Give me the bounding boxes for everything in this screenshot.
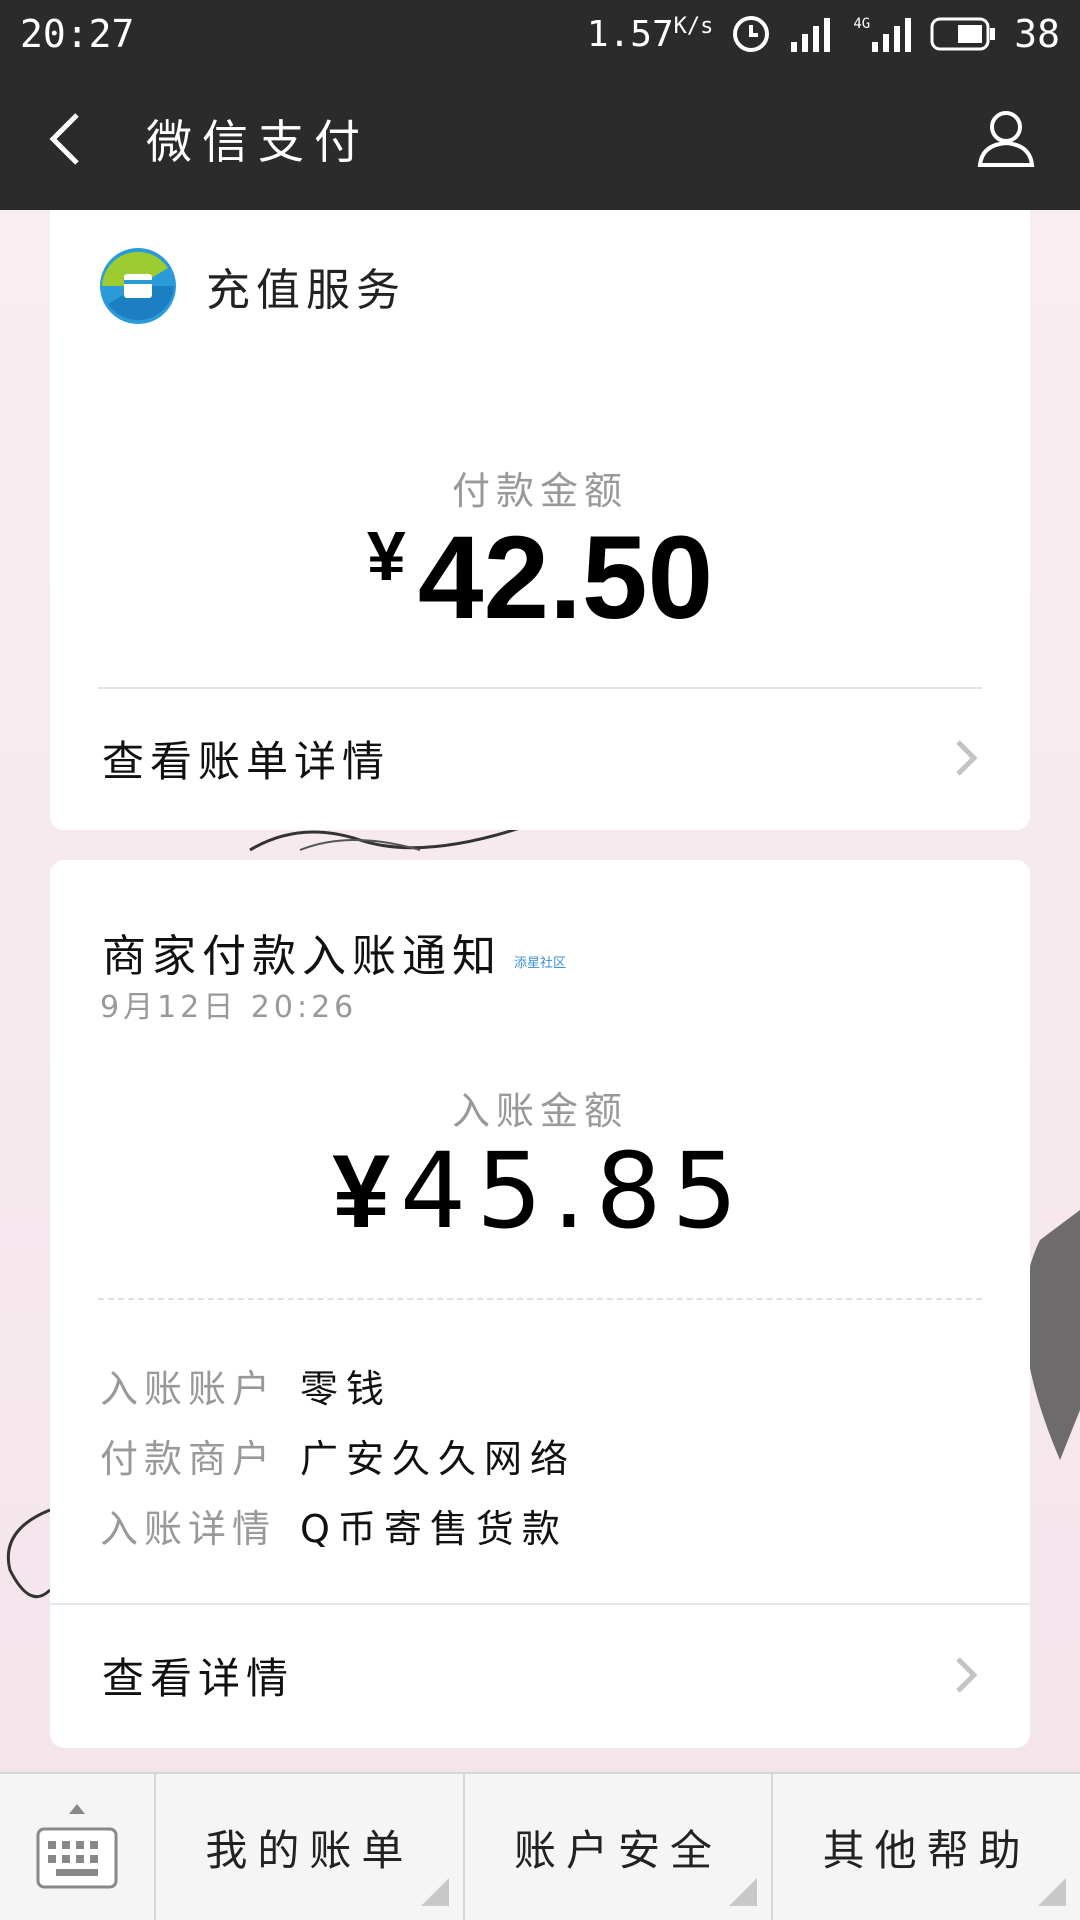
notice-time: 9月12日 20:26 (100, 990, 358, 1025)
menu-label: 其他帮助 (822, 1825, 1031, 1875)
service-logo-icon (100, 248, 176, 324)
view-bill-details-label: 查看账单详情 (102, 736, 391, 786)
info-key: 入账详情 (100, 1506, 277, 1551)
back-button[interactable] (34, 99, 94, 179)
payment-amount: ¥42.50 (50, 510, 1030, 646)
alarm-icon (733, 16, 770, 52)
received-amount: ¥45.85 (50, 1130, 1030, 1252)
signal-4g-icon (872, 18, 912, 52)
view-details-link[interactable]: 查看详情 (50, 1605, 1030, 1745)
expand-up-icon (69, 1804, 85, 1814)
dashed-divider (98, 1298, 982, 1300)
view-details-label: 查看详情 (102, 1653, 295, 1703)
payment-amount-value: 42.50 (417, 512, 714, 644)
battery-icon (930, 17, 996, 51)
info-key: 付款商户 (100, 1436, 277, 1481)
submenu-indicator-icon (729, 1878, 758, 1906)
service-header: 充值服务 (98, 246, 406, 326)
chevron-right-icon (956, 740, 978, 776)
submenu-indicator-icon (1038, 1878, 1067, 1906)
info-row: 入账账户 零钱 (100, 1350, 576, 1420)
notice-title: 商家付款入账通知 (102, 931, 502, 982)
currency-symbol: ¥ (332, 1134, 401, 1250)
info-key: 入账账户 (100, 1366, 277, 1411)
keyboard-toggle-button[interactable] (0, 1774, 156, 1920)
status-bar: 20:27 1.57K/s 4G 38 (0, 0, 1080, 68)
info-value: Q币寄售货款 (300, 1506, 568, 1551)
submenu-indicator-icon (420, 1878, 449, 1906)
page-title: 微信支付 (146, 115, 370, 169)
menu-other-help[interactable]: 其他帮助 (773, 1774, 1080, 1920)
info-list: 入账账户 零钱 付款商户 广安久久网络 入账详情 Q币寄售货款 (100, 1350, 576, 1560)
menu-my-bills[interactable]: 我的账单 (156, 1774, 465, 1920)
signal-icon (791, 18, 831, 52)
received-amount-value: 45.85 (400, 1130, 748, 1252)
status-time: 20:27 (20, 12, 135, 56)
merchant-notice-card: 商家付款入账通知 添星社区 9月12日 20:26 入账金额 ¥45.85 入账… (50, 860, 1030, 1748)
info-value: 广安久久网络 (300, 1436, 577, 1481)
keyboard-icon (36, 1827, 118, 1889)
received-amount-label: 入账金额 (451, 1089, 628, 1133)
bottom-menu-bar: 我的账单 账户安全 其他帮助 (0, 1772, 1080, 1920)
chevron-right-icon (956, 1657, 978, 1693)
info-row: 付款商户 广安久久网络 (100, 1420, 576, 1490)
user-icon (977, 111, 1035, 167)
app-bar: 微信支付 (0, 68, 1080, 210)
payment-amount-label: 付款金额 (451, 469, 628, 513)
menu-label: 我的账单 (205, 1825, 414, 1875)
service-name: 充值服务 (206, 265, 406, 316)
profile-button[interactable] (966, 99, 1046, 179)
menu-account-security[interactable]: 账户安全 (465, 1774, 774, 1920)
info-row: 入账详情 Q币寄售货款 (100, 1490, 576, 1560)
view-bill-details-link[interactable]: 查看账单详情 (50, 688, 1030, 828)
network-type: 4G (853, 16, 912, 52)
menu-label: 账户安全 (514, 1825, 723, 1875)
payment-card: 充值服务 付款金额 ¥42.50 查看账单详情 (50, 210, 1030, 830)
info-value: 零钱 (300, 1366, 393, 1411)
back-arrow-icon (49, 113, 79, 165)
watermark-text: 添星社区 (514, 956, 567, 971)
battery-level: 38 (1014, 12, 1060, 56)
currency-symbol: ¥ (366, 517, 406, 595)
network-speed: 1.57K/s (586, 13, 714, 55)
